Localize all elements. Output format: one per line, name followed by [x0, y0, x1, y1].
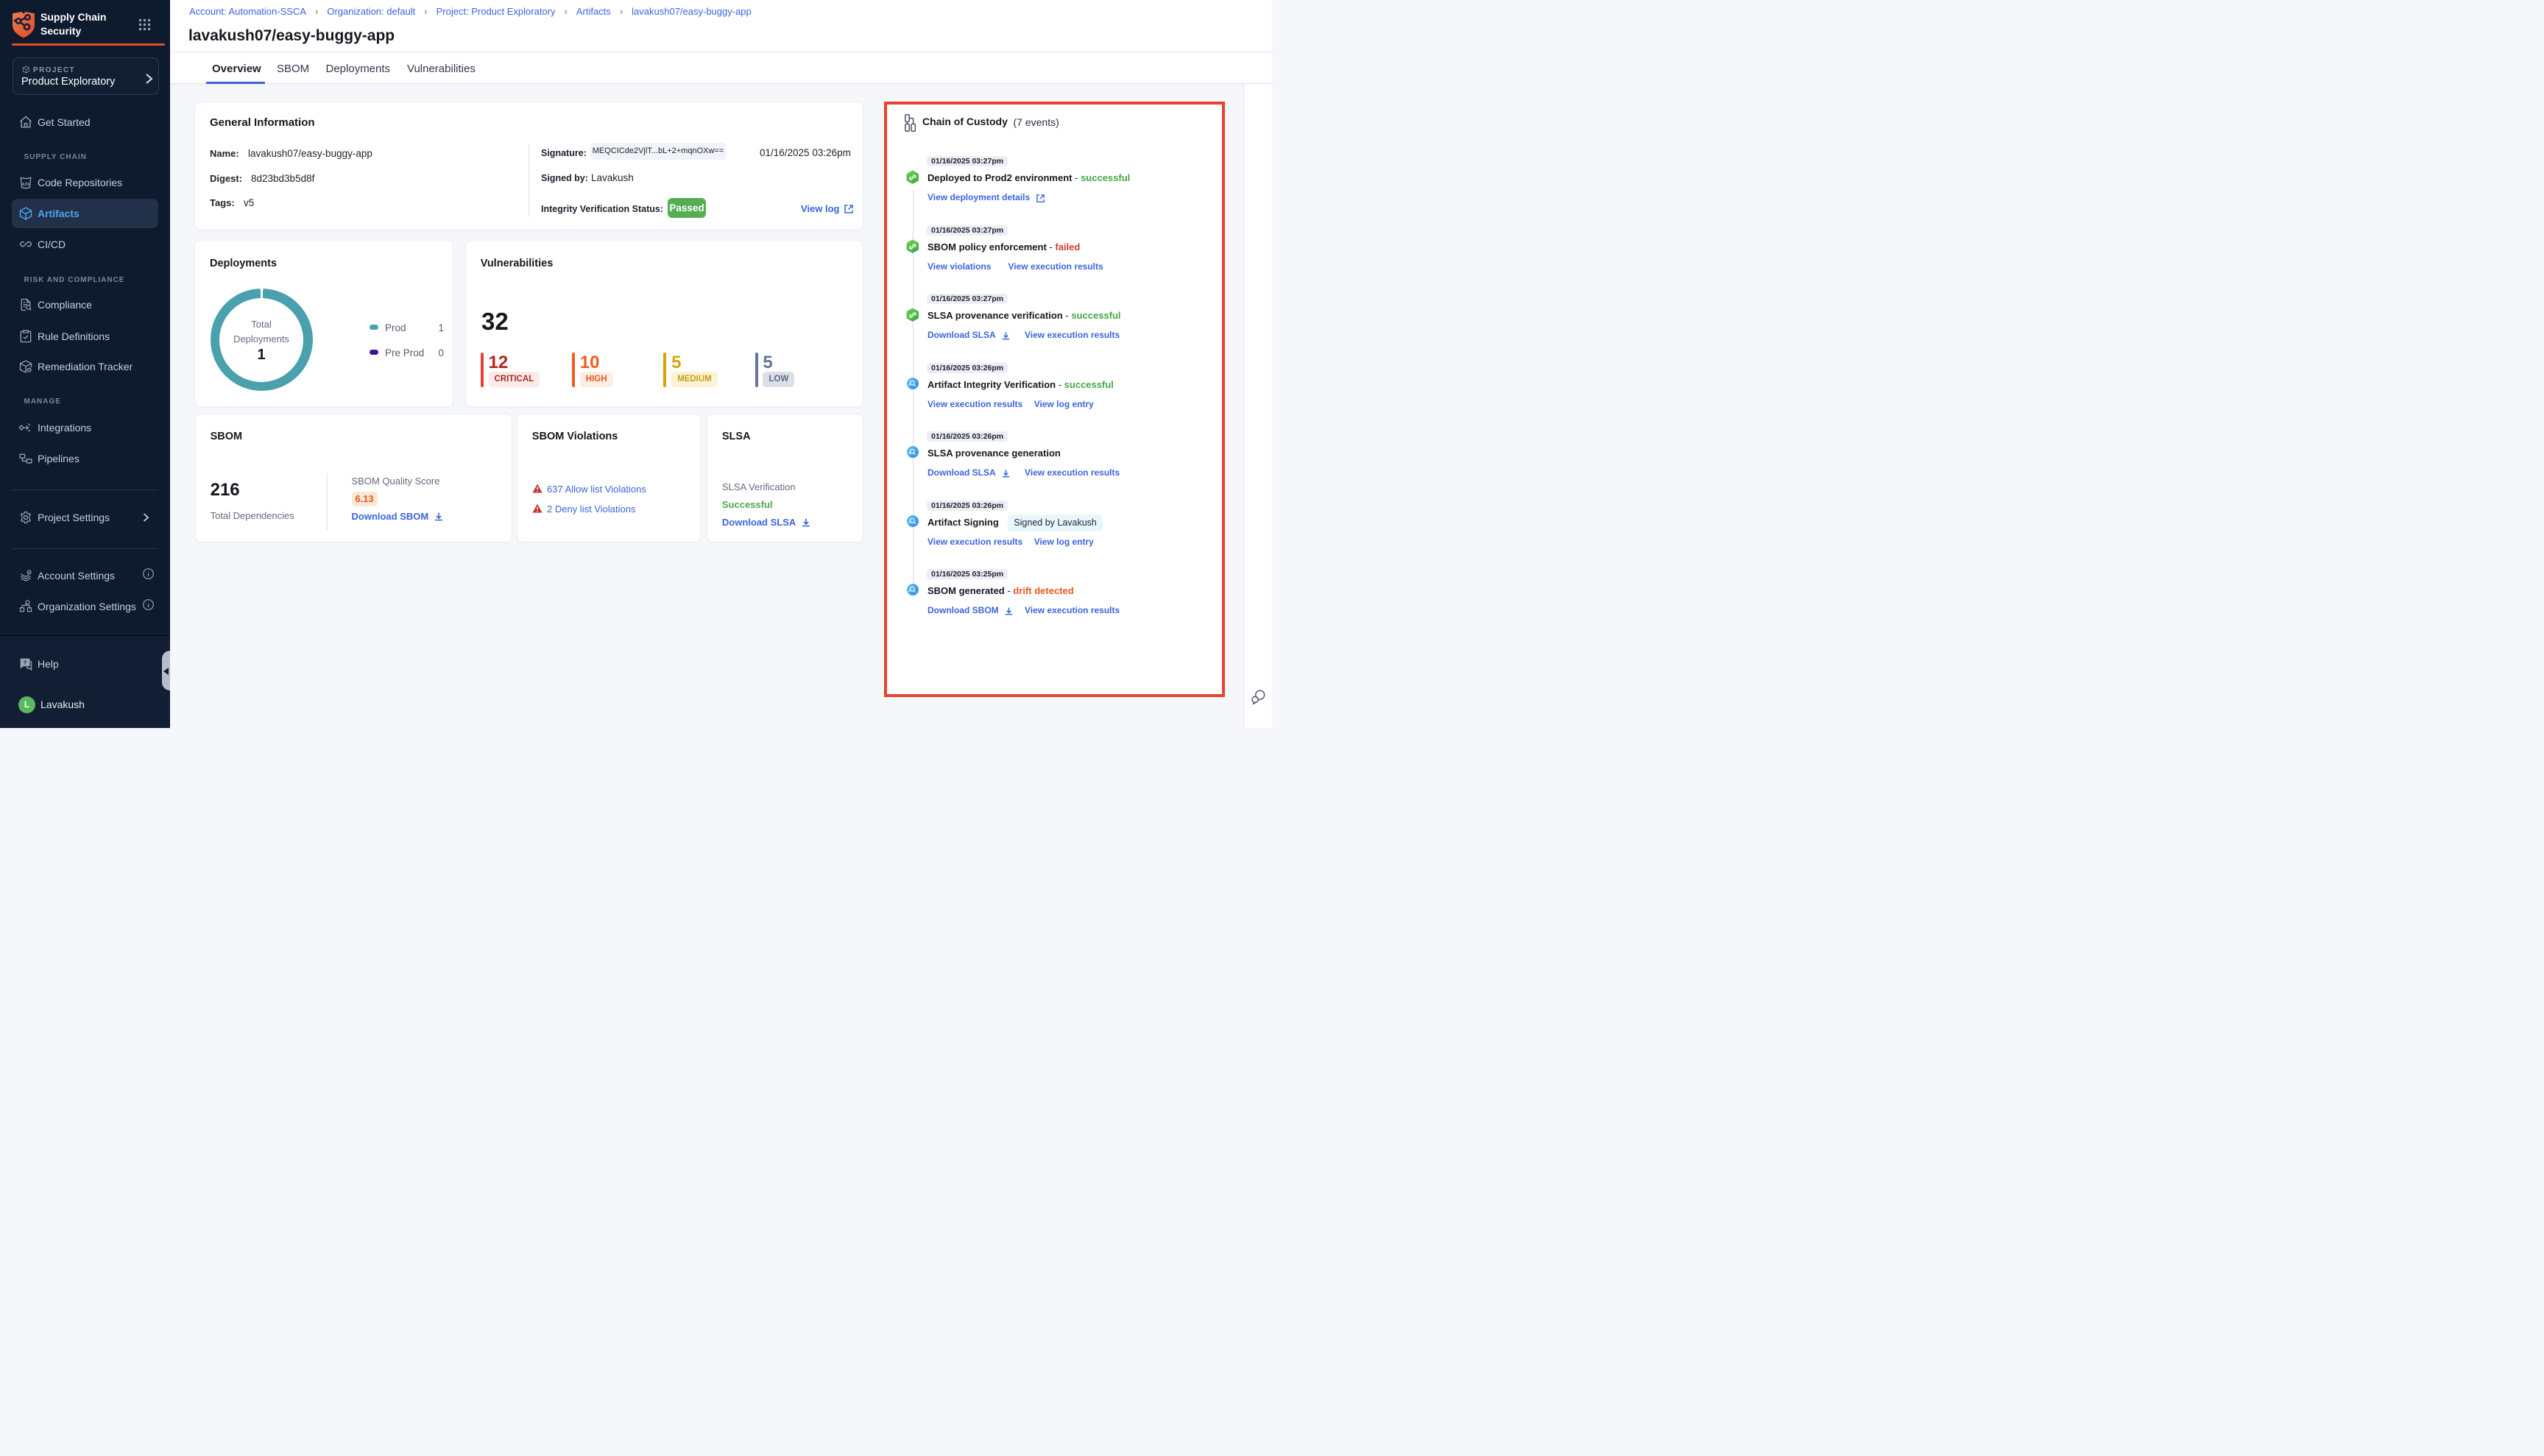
svg-text:?: ?	[24, 659, 27, 665]
